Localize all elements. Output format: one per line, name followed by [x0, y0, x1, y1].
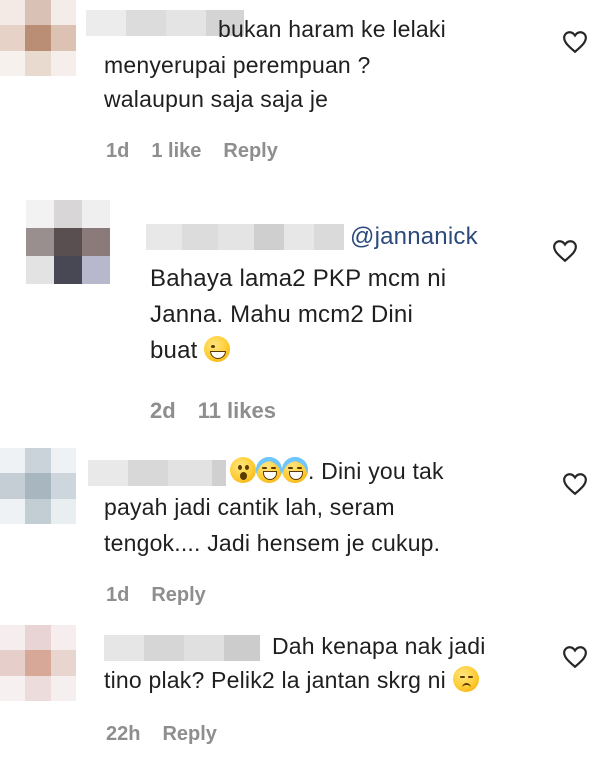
username-redacted[interactable]	[104, 635, 260, 661]
heart-outline-icon[interactable]	[562, 645, 588, 669]
astonished-emoji	[230, 457, 256, 483]
timestamp: 1d	[106, 584, 130, 606]
comment-item: Dah kenapa nak jadi tino plak? Pelik2 la…	[0, 615, 600, 774]
comment-text-line: buat	[150, 332, 231, 370]
comment-text-word: . Dini you tak	[308, 458, 444, 484]
sweat-smile-emoji	[204, 336, 231, 362]
like-count[interactable]: 1 like	[151, 140, 201, 163]
pensive-emoji	[452, 666, 479, 692]
like-count[interactable]: 11 likes	[198, 398, 276, 424]
reply-button[interactable]: Reply	[162, 723, 216, 746]
avatar[interactable]	[26, 200, 110, 284]
comment-text-line: tino plak? Pelik2 la jantan skrg ni	[104, 663, 479, 697]
comment-item: . Dini you tak payah jadi cantik lah, se…	[0, 440, 600, 615]
comment-text-line: bukan haram ke lelaki	[218, 16, 446, 42]
avatar[interactable]	[0, 0, 76, 76]
mention-link[interactable]: @jannanick	[350, 218, 478, 256]
heart-outline-icon[interactable]	[552, 238, 578, 264]
comment-text-line: Dah kenapa nak jadi	[272, 633, 486, 659]
comment-text-line: . Dini you tak	[230, 454, 444, 488]
heart-outline-icon[interactable]	[562, 472, 588, 496]
username-redacted[interactable]	[88, 460, 226, 486]
comment-text-line: tengok.... Jadi hensem je cukup.	[104, 530, 441, 556]
reply-button[interactable]: Reply	[223, 140, 277, 163]
timestamp: 2d	[150, 398, 176, 423]
heart-outline-icon[interactable]	[562, 30, 588, 54]
comment-text-line: menyerupai perempuan ?	[104, 52, 371, 78]
comment-text-line: Janna. Mahu mcm2 Dini	[150, 301, 413, 328]
username-redacted[interactable]	[146, 224, 344, 250]
comment-text-word: buat	[150, 337, 198, 364]
comment-text-line: payah jadi cantik lah, seram	[104, 494, 395, 520]
comment-meta: 1d Reply	[106, 584, 206, 607]
timestamp: 1d	[106, 140, 130, 162]
joy-emoji	[282, 457, 308, 483]
timestamp: 22h	[106, 723, 141, 745]
reply-button[interactable]: Reply	[151, 584, 205, 607]
comment-text-word: tino plak? Pelik2 la jantan skrg ni	[104, 667, 446, 693]
comment-item: bukan haram ke lelaki menyerupai perempu…	[0, 0, 600, 190]
comment-text-line: walaupun saja saja je	[104, 86, 329, 112]
comment-meta: 1d 1 like Reply	[106, 140, 278, 163]
avatar[interactable]	[0, 625, 76, 701]
avatar[interactable]	[0, 448, 76, 524]
joy-emoji	[256, 457, 282, 483]
comment-text-line: Bahaya lama2 PKP mcm ni	[150, 265, 447, 292]
comment-meta: 2d 11 likes	[150, 398, 276, 424]
comment-meta: 22h Reply	[106, 723, 217, 746]
comment-item: @jannanick Bahaya lama2 PKP mcm ni Janna…	[0, 190, 600, 430]
